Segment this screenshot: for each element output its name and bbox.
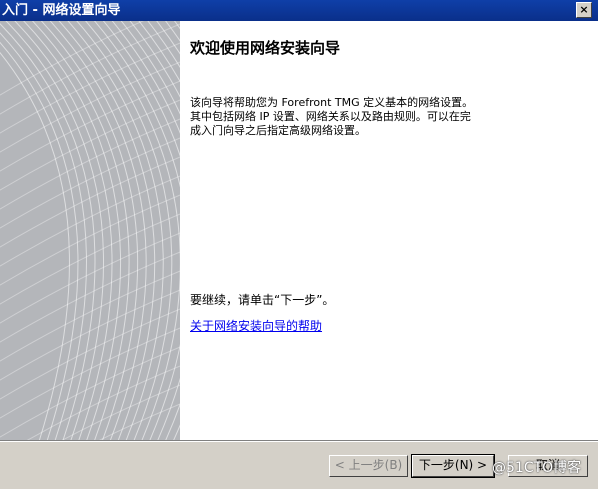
next-button[interactable]: 下一步(N) > (411, 454, 495, 478)
mesh-curve (0, 51, 70, 440)
intro-text: 该向导将帮助您为 Forefront TMG 定义基本的网络设置。 其中包括网络… (190, 96, 474, 137)
mesh-curve (0, 194, 180, 286)
footer-divider (0, 440, 598, 442)
back-button: < 上一步(B) (329, 455, 408, 477)
mesh-curve (102, 21, 180, 440)
mesh-curve (0, 21, 145, 96)
close-button[interactable]: × (576, 2, 592, 18)
mesh-curve (5, 21, 104, 440)
mesh-curve (0, 99, 180, 191)
help-link[interactable]: 关于网络安装向导的帮助 (190, 317, 322, 334)
wizard-side-banner (0, 21, 180, 440)
mesh-curve (14, 21, 113, 440)
mesh-curve (0, 23, 180, 115)
continue-instruction: 要继续，请单击“下一步”。 (190, 293, 335, 307)
title-bar: 入门 - 网络设置向导 × (0, 0, 598, 21)
mesh-curve (0, 232, 180, 324)
mesh-curve (0, 137, 180, 229)
mesh-artwork (0, 21, 180, 440)
watermark-text: @51CTO博客 (492, 460, 582, 476)
window-title: 入门 - 网络设置向导 (2, 3, 121, 18)
page-title: 欢迎使用网络安装向导 (190, 39, 341, 57)
mesh-curve (0, 289, 180, 381)
mesh-curve (0, 175, 180, 267)
wizard-content: 欢迎使用网络安装向导 该向导将帮助您为 Forefront TMG 定义基本的网… (180, 21, 598, 440)
